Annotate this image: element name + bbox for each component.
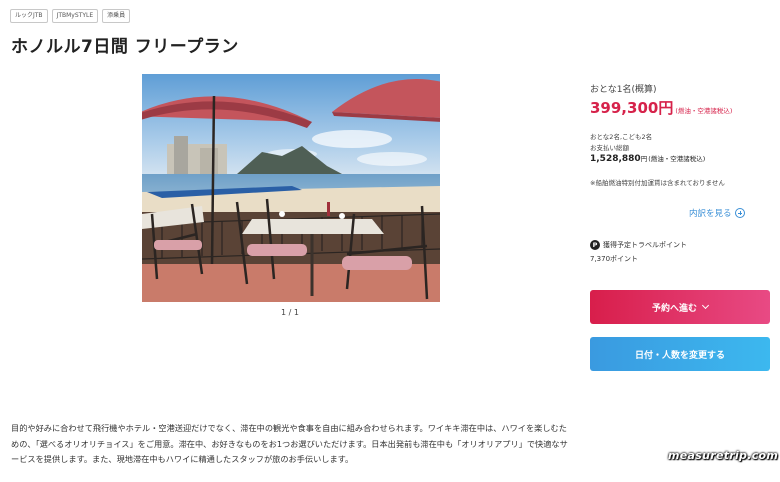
- per-person-price-value: 399,300円: [590, 99, 674, 117]
- total-price-unit: 円: [640, 155, 648, 163]
- points-p-icon: P: [590, 240, 600, 250]
- waikiki-beach-image: [142, 74, 440, 302]
- per-person-price-note: (燃油・空港諸税込): [675, 107, 733, 115]
- breakdown-link[interactable]: 内訳を見る: [689, 207, 745, 219]
- tag-jtb-mystyle: JTBMySTYLE: [51, 9, 99, 23]
- change-date-people-button[interactable]: 日付・人数を変更する: [590, 337, 770, 371]
- party-label: おとな2名,こども2名: [590, 133, 653, 141]
- breakdown-link-label: 内訳を見る: [689, 209, 732, 219]
- chevron-down-icon: [701, 301, 710, 310]
- points-label: 獲得予定トラベルポイント: [603, 241, 687, 249]
- per-person-label: おとな1名(概算): [590, 85, 657, 95]
- tour-description: 目的や好みに合わせて飛行機やホテル・空港送迎だけでなく、滞在中の観光や食事を自由…: [11, 423, 568, 464]
- points-value: 7,370ポイント: [590, 255, 639, 263]
- surcharge-notice: ※船舶燃油特別付加運賃は含まれておりません: [590, 179, 725, 187]
- travel-points: P 獲得予定トラベルポイント: [590, 240, 687, 250]
- gallery-pager: 1 / 1: [281, 308, 299, 317]
- total-price-value: 1,528,880: [590, 154, 641, 164]
- payment-total-label: お支払い総額: [590, 144, 629, 152]
- tag-tour-conductor: 添乗員: [102, 9, 131, 23]
- tag-look-jtb: ルックJTB: [10, 9, 48, 23]
- total-price: 1,528,880円(燃油・空港諸税込): [590, 153, 705, 164]
- reserve-button-label: 予約へ進む: [651, 303, 697, 314]
- tag-list: ルックJTB JTBMySTYLE 添乗員: [10, 9, 131, 23]
- reserve-button[interactable]: 予約へ進む: [590, 290, 770, 324]
- tour-photo[interactable]: [142, 74, 440, 302]
- total-price-note: (燃油・空港諸税込): [648, 155, 706, 163]
- change-button-label: 日付・人数を変更する: [634, 350, 725, 361]
- per-person-price: 399,300円 (燃油・空港諸税込): [590, 97, 732, 118]
- page-title: ホノルル7日間 フリープラン: [11, 37, 239, 57]
- site-watermark: measuretrip.com: [668, 449, 779, 462]
- plus-circle-icon: [734, 208, 745, 218]
